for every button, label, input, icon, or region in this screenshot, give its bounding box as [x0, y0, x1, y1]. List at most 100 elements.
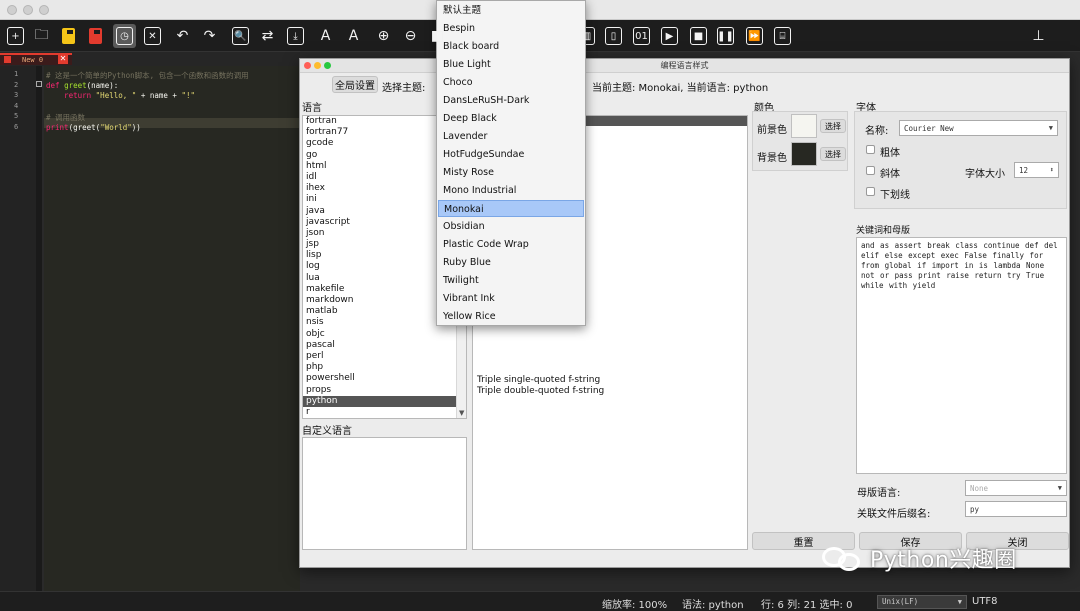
language-item[interactable]: r	[303, 407, 466, 418]
bold-checkbox[interactable]	[866, 145, 875, 154]
replace-icon[interactable]: ⇄	[256, 24, 279, 48]
language-item[interactable]: php	[303, 362, 466, 373]
file-extension-input[interactable]: py	[965, 501, 1067, 517]
code-token: greet	[64, 80, 87, 90]
underline-label: 下划线	[880, 190, 910, 201]
font-name-value: Courier New	[904, 123, 954, 133]
style-part-item[interactable]: Triple single-quoted f-string	[477, 375, 600, 385]
pause-icon[interactable]: ❚❚	[714, 24, 737, 48]
code-line[interactable]: print(greet("World"))	[46, 123, 141, 132]
keywords-textarea[interactable]: and as assert break class continue def d…	[856, 237, 1067, 474]
theme-option[interactable]: Mono Industrial	[438, 182, 584, 199]
master-language-select[interactable]: None ▼	[965, 480, 1067, 496]
tab-close-icon[interactable]: ✕	[58, 54, 68, 64]
dialog-zoom-dot[interactable]	[324, 62, 331, 69]
bold-label: 粗体	[880, 148, 900, 159]
chevron-down-icon: ▼	[1048, 124, 1053, 132]
theme-option[interactable]: Misty Rose	[438, 164, 584, 181]
theme-option[interactable]: Bespin	[438, 20, 584, 37]
language-item[interactable]: powershell	[303, 373, 466, 384]
open-folder-icon[interactable]: 🗀	[30, 24, 53, 48]
language-item[interactable]: perl	[303, 351, 466, 362]
save-icon[interactable]	[57, 24, 80, 48]
theme-option[interactable]: Plastic Code Wrap	[438, 236, 584, 253]
theme-option[interactable]: Monokai	[438, 200, 584, 217]
fast-forward-icon[interactable]: ⏩	[743, 24, 766, 48]
choose-background-button[interactable]: 选择	[820, 147, 846, 161]
pin-icon[interactable]: ⊥	[1027, 24, 1050, 48]
split-glyph: ▯	[610, 30, 617, 42]
theme-option[interactable]: Deep Black	[438, 110, 584, 127]
font-name-select[interactable]: Courier New ▼	[899, 120, 1058, 136]
line-ending-select[interactable]: Unix(LF) ▼	[877, 595, 967, 609]
dialog-minimize-dot[interactable]	[314, 62, 321, 69]
theme-option[interactable]: Twilight	[438, 272, 584, 289]
theme-option[interactable]: Yellow Rice	[438, 308, 584, 325]
stop-icon[interactable]: ■	[687, 24, 710, 48]
zoom-window-button[interactable]	[39, 5, 49, 15]
code-line[interactable]: # 调用函数	[46, 112, 85, 123]
dialog-close-dot[interactable]	[304, 62, 311, 69]
global-settings-button[interactable]: 全局设置	[332, 76, 378, 93]
code-token: (greet(	[68, 122, 101, 132]
redo-icon[interactable]: ↷	[198, 24, 221, 48]
theme-dropdown-popup[interactable]: 默认主题 Bespin Black board Blue Light Choco Dans…	[436, 0, 586, 326]
code-editor[interactable]	[44, 66, 300, 591]
fold-toggle-icon[interactable]	[36, 81, 42, 87]
line-number: 5	[14, 112, 19, 120]
choose-foreground-button[interactable]: 选择	[820, 119, 846, 133]
zoom-status: 缩放率: 100%	[602, 600, 668, 611]
font-decrease-icon[interactable]: A	[342, 24, 365, 48]
minimize-window-button[interactable]	[23, 5, 33, 15]
spin-arrows-icon[interactable]: ⬍	[1050, 166, 1054, 174]
file-extension-value: py	[970, 504, 980, 514]
close-file-icon[interactable]: ✕	[141, 24, 164, 48]
theme-option[interactable]: Vibrant Ink	[438, 290, 584, 307]
undo-icon[interactable]: ↶	[171, 24, 194, 48]
save-as-icon[interactable]	[84, 24, 107, 48]
goto-icon[interactable]: ⤓	[284, 24, 307, 48]
style-part-item[interactable]: Triple double-quoted f-string	[477, 386, 604, 396]
zoom-out-glyph: ⊖	[404, 28, 417, 44]
file-extension-label: 关联文件后缀名:	[857, 509, 931, 520]
theme-option[interactable]: DansLeRuSH-Dark	[438, 92, 584, 109]
split-icon[interactable]: ▯	[602, 24, 625, 48]
custom-language-list[interactable]	[302, 437, 467, 550]
language-item[interactable]: props	[303, 385, 466, 396]
underline-checkbox[interactable]	[866, 187, 875, 196]
theme-option[interactable]: Lavender	[438, 128, 584, 145]
font-increase-icon[interactable]: A	[314, 24, 337, 48]
theme-option[interactable]: Blue Light	[438, 56, 584, 73]
find-icon[interactable]: 🔍	[229, 24, 252, 48]
italic-checkbox[interactable]	[866, 166, 875, 175]
binary-icon[interactable]: 01	[630, 24, 653, 48]
code-line[interactable]: # 这是一个简单的Python脚本, 包含一个函数和函数的调用	[46, 70, 249, 81]
new-file-icon[interactable]: +	[4, 24, 27, 48]
clock-icon[interactable]: ◷	[113, 24, 136, 48]
theme-option[interactable]: Ruby Blue	[438, 254, 584, 271]
zoom-out-icon[interactable]: ⊖	[399, 24, 422, 48]
goto-glyph: ⤓	[293, 30, 298, 42]
zoom-in-icon[interactable]: ⊕	[372, 24, 395, 48]
language-item[interactable]: python	[303, 395, 466, 407]
theme-option[interactable]: Obsidian	[438, 218, 584, 235]
theme-option[interactable]: Choco	[438, 74, 584, 91]
code-line[interactable]: return "Hello, " + name + "!"	[46, 91, 195, 100]
theme-option[interactable]: Black board	[438, 38, 584, 55]
code-token: + name +	[136, 91, 182, 100]
language-item[interactable]: objc	[303, 329, 466, 340]
code-line[interactable]: def greet(name):	[46, 81, 118, 90]
code-token: # 调用函数	[46, 113, 86, 122]
wechat-logo-icon	[820, 543, 864, 573]
theme-option[interactable]: HotFudgeSundae	[438, 146, 584, 163]
close-window-button[interactable]	[7, 5, 17, 15]
language-style-dialog: 编程语言样式 全局设置 选择主题: 当前主题: Monokai, 当前语言: p…	[299, 58, 1070, 568]
scroll-down-icon[interactable]: ▼	[459, 409, 464, 417]
theme-option[interactable]: 默认主题	[438, 2, 584, 19]
line-number: 2	[14, 80, 19, 89]
language-item[interactable]: pascal	[303, 340, 466, 351]
background-label: 背景色	[757, 153, 787, 164]
run-icon[interactable]: ▶	[658, 24, 681, 48]
terminal-icon[interactable]: ⌸	[771, 24, 794, 48]
font-size-spinbox[interactable]: 12 ⬍	[1014, 162, 1059, 178]
